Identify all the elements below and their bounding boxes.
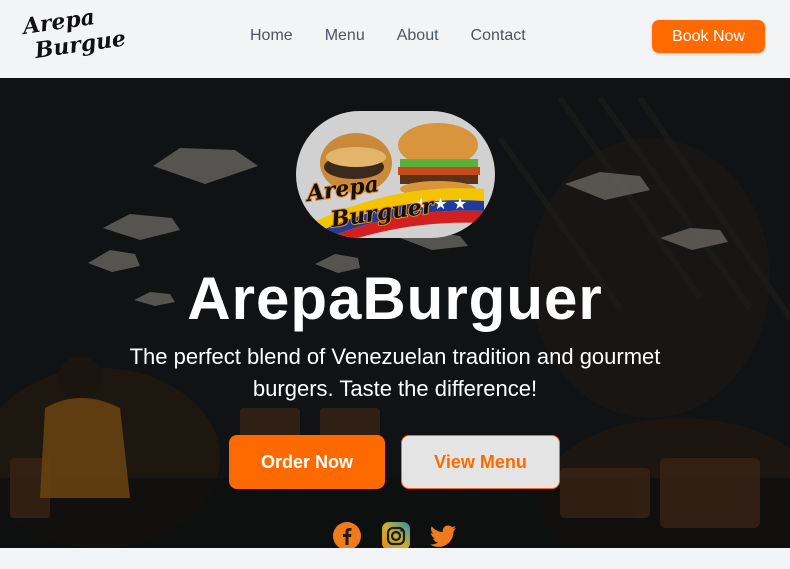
- main-nav: Home Menu About Contact: [250, 27, 558, 45]
- nav-menu[interactable]: Menu: [325, 27, 365, 45]
- hero-section: ★ ★ ★ Arepa Burguer ArepaBurguer The per…: [0, 78, 790, 548]
- nav-home[interactable]: Home: [250, 27, 293, 45]
- hero-subtitle: The perfect blend of Venezuelan traditio…: [129, 344, 661, 401]
- instagram-icon[interactable]: [381, 521, 411, 548]
- facebook-icon[interactable]: [332, 521, 362, 548]
- twitter-icon[interactable]: [428, 521, 458, 548]
- hero-logo: ★ ★ ★ Arepa Burguer: [296, 111, 495, 238]
- site-header: Arepa Burguer Home Menu About Contact Bo…: [0, 0, 790, 78]
- order-now-button[interactable]: Order Now: [229, 435, 385, 489]
- hero-title: ArepaBurguer: [187, 265, 603, 332]
- nav-contact[interactable]: Contact: [471, 27, 526, 45]
- page-bottom-strip: [0, 548, 790, 569]
- nav-about[interactable]: About: [397, 27, 439, 45]
- view-menu-button[interactable]: View Menu: [401, 435, 560, 489]
- brand-logo[interactable]: Arepa Burguer: [19, 4, 141, 66]
- book-now-button[interactable]: Book Now: [652, 20, 765, 53]
